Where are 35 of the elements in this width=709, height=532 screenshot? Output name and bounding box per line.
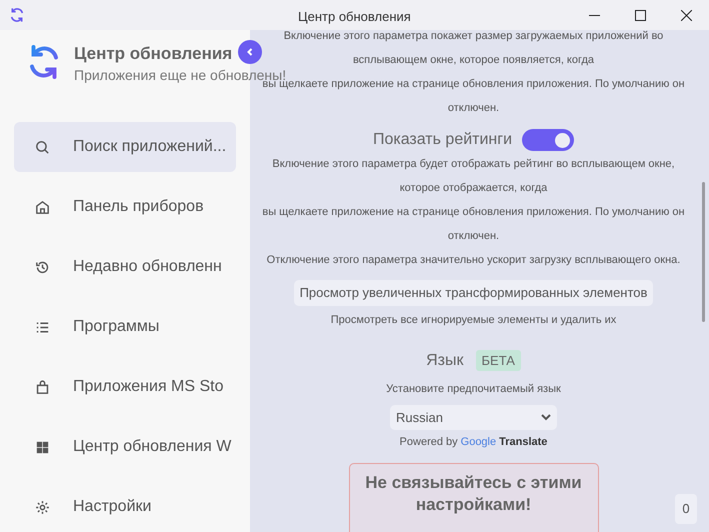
settings-icon <box>34 498 51 516</box>
toggle-switch[interactable] <box>522 129 574 151</box>
shopping-bag-icon <box>34 378 51 396</box>
description-text: Просмотреть все игнорируемые элементы и удалить их <box>330 313 616 328</box>
description-text: Отключение этого параметра значительно ускорит загрузку всплывающего окна. <box>266 253 680 268</box>
setting-label: Показать рейтинги <box>372 130 512 150</box>
warning-title: Не связывайтесь с этими настройками! <box>364 472 583 516</box>
chevron-down-icon <box>541 414 551 421</box>
powered-by-text: Powered by <box>400 435 458 450</box>
description-text: Включение этого параметра покажет размер загружаемых приложений во <box>284 30 664 44</box>
setting-label: Язык <box>426 350 464 370</box>
description-text: Установите предпочитаемый язык <box>386 382 561 396</box>
app-title: Центр обновления <box>74 44 232 64</box>
google-logo: Google <box>460 435 496 450</box>
description-text: вы щелкаете приложение на странице обновления приложения. По умолчанию он <box>262 205 685 220</box>
sidebar-item[interactable]: Поиск приложений... <box>14 122 236 172</box>
view-ignored-button[interactable]: Просмотр увеличенных трансформированных элементов <box>294 280 654 306</box>
close-icon <box>680 10 692 20</box>
search-icon <box>34 138 51 156</box>
refresh-icon <box>9 7 25 23</box>
language-select[interactable]: Russian <box>390 405 557 430</box>
description-text: отключен. <box>448 229 500 244</box>
beta-badge: БЕТА <box>476 350 521 372</box>
description-text: которое отображается, когда <box>400 181 548 196</box>
description-text: отключен. <box>448 101 500 116</box>
translate-text: Translate <box>499 435 548 450</box>
collapse-button[interactable] <box>238 40 262 64</box>
chevron-left-icon <box>245 47 255 57</box>
window-title: Центр обновления <box>298 8 411 26</box>
description-text: Включение этого параметра будет отображать рейтинг во всплывающем окне, <box>272 157 675 172</box>
home-icon <box>34 198 51 216</box>
maximize-icon <box>634 10 646 20</box>
side-button[interactable]: 0 <box>675 494 697 524</box>
description-text: всплывающем окне, которое появляется, когда <box>352 53 594 68</box>
minimize-icon <box>588 14 600 16</box>
